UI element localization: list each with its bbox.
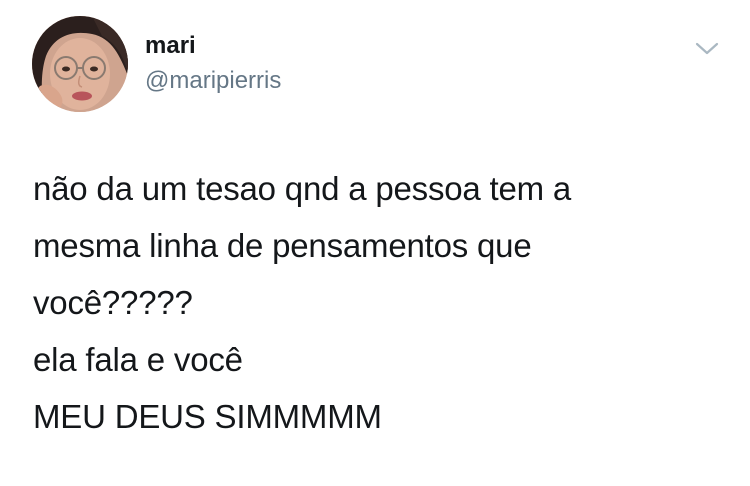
- tweet-text-line: mesma linha de pensamentos que: [33, 227, 532, 264]
- chevron-down-icon[interactable]: [694, 38, 720, 58]
- author-name[interactable]: mari: [145, 32, 196, 60]
- tweet-text-line: você?????: [33, 284, 193, 321]
- tweet-text-line: ela fala e você: [33, 341, 243, 378]
- avatar-image: [32, 16, 128, 112]
- tweet-text: não da um tesao qnd a pessoa tem a mesma…: [33, 160, 723, 445]
- author-handle[interactable]: @maripierris: [145, 67, 281, 95]
- tweet-card: mari @maripierris não da um tesao qnd a …: [0, 0, 750, 486]
- tweet-text-line: não da um tesao qnd a pessoa tem a: [33, 170, 572, 207]
- tweet-text-line: MEU DEUS SIMMMMM: [33, 398, 382, 435]
- avatar[interactable]: [32, 16, 128, 112]
